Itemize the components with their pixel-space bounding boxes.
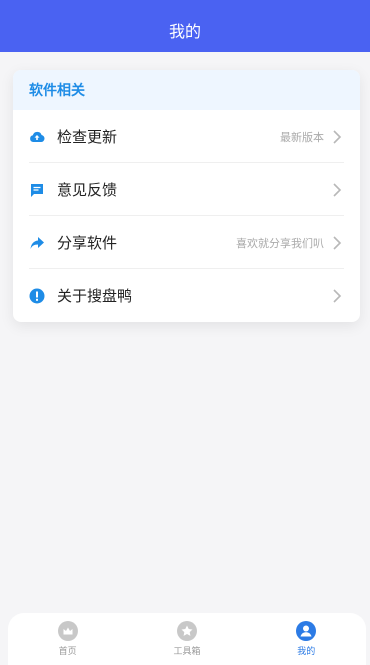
share-row[interactable]: 分享软件 喜欢就分享我们叭 [13, 216, 360, 269]
page-title: 我的 [168, 22, 201, 41]
feedback-label: 意见反馈 [57, 181, 118, 199]
check-update-label: 检查更新 [57, 128, 118, 146]
tab-mine-label: 我的 [297, 647, 316, 657]
settings-card: 软件相关 检查更新 最新版本 意见反馈 分享软件 喜欢就分享我们叭 关于搜盘鸭 [13, 70, 360, 322]
tab-mine[interactable]: 我的 [261, 621, 351, 657]
section-title: 软件相关 [29, 83, 85, 99]
info-icon [29, 288, 45, 304]
about-label: 关于搜盘鸭 [57, 287, 133, 305]
tab-toolbox[interactable]: 工具箱 [142, 621, 232, 657]
section-header: 软件相关 [13, 70, 360, 110]
chevron-right-icon [332, 288, 342, 303]
message-icon [29, 182, 45, 198]
about-row[interactable]: 关于搜盘鸭 [13, 269, 360, 322]
tab-toolbox-label: 工具箱 [173, 647, 201, 657]
star-icon [176, 621, 197, 641]
chevron-right-icon [332, 182, 342, 197]
home-icon [57, 621, 78, 641]
app-header: 我的 [0, 0, 370, 52]
share-icon [29, 235, 45, 251]
share-label: 分享软件 [57, 234, 118, 252]
feedback-row[interactable]: 意见反馈 [13, 163, 360, 216]
version-status: 最新版本 [280, 130, 324, 144]
check-update-row[interactable]: 检查更新 最新版本 [13, 110, 360, 163]
cloud-upload-icon [29, 129, 45, 145]
tab-home[interactable]: 首页 [23, 621, 113, 657]
chevron-right-icon [332, 129, 342, 144]
share-hint: 喜欢就分享我们叭 [236, 236, 324, 250]
chevron-right-icon [332, 235, 342, 250]
user-icon [296, 621, 317, 641]
tab-home-label: 首页 [58, 647, 77, 657]
bottom-tab-bar: 首页 工具箱 我的 [8, 613, 366, 665]
